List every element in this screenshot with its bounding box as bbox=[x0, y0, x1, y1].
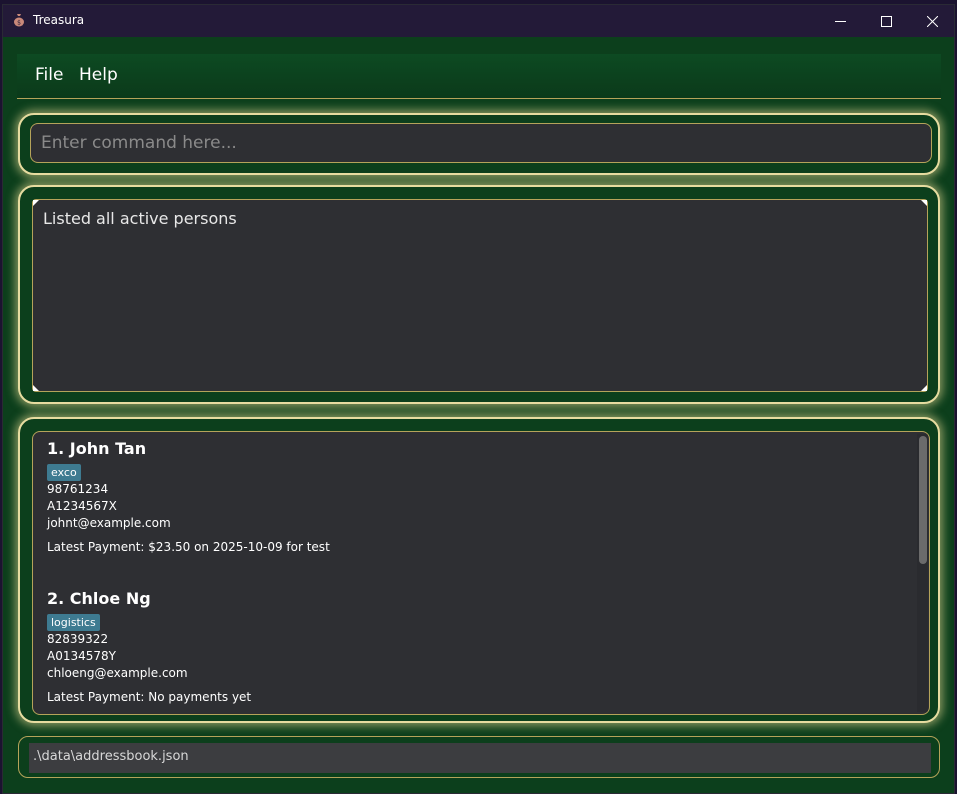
status-bar: .\data\addressbook.json bbox=[29, 743, 931, 773]
app-window: $ Treasura File Help Listed all active p… bbox=[2, 4, 955, 794]
list-scrollbar[interactable] bbox=[917, 434, 928, 712]
command-panel bbox=[18, 113, 940, 175]
corner-handle bbox=[33, 385, 39, 391]
minimize-button[interactable] bbox=[817, 5, 863, 37]
minimize-icon bbox=[834, 20, 846, 22]
corner-handle bbox=[921, 385, 927, 391]
person-name: 2. Chloe Ng bbox=[47, 589, 151, 608]
person-list-panel: 1. John Tan exco 98761234 A1234567X john… bbox=[18, 417, 940, 723]
close-button[interactable] bbox=[909, 5, 954, 37]
menu-help[interactable]: Help bbox=[79, 65, 118, 85]
result-display[interactable]: Listed all active persons bbox=[32, 199, 928, 392]
person-tag: logistics bbox=[47, 614, 100, 631]
person-id: A0134578Y bbox=[47, 649, 116, 663]
scroll-thumb[interactable] bbox=[919, 436, 927, 564]
person-id: A1234567X bbox=[47, 499, 117, 513]
title-bar[interactable]: $ Treasura bbox=[3, 5, 954, 37]
command-input[interactable] bbox=[30, 123, 932, 163]
person-phone: 98761234 bbox=[47, 482, 109, 496]
status-panel: .\data\addressbook.json bbox=[18, 736, 940, 778]
maximize-button[interactable] bbox=[863, 5, 909, 37]
money-bag-icon: $ bbox=[14, 14, 24, 27]
person-list[interactable]: 1. John Tan exco 98761234 A1234567X john… bbox=[32, 431, 930, 715]
person-name: 1. John Tan bbox=[47, 439, 147, 458]
person-payment: Latest Payment: $23.50 on 2025-10-09 for… bbox=[47, 540, 330, 554]
person-phone: 82839322 bbox=[47, 632, 109, 646]
result-message: Listed all active persons bbox=[43, 209, 237, 228]
result-panel: Listed all active persons bbox=[18, 185, 940, 404]
person-tag: exco bbox=[47, 464, 81, 481]
window-title: Treasura bbox=[33, 13, 85, 27]
menu-bar: File Help bbox=[17, 54, 941, 99]
person-payment: Latest Payment: No payments yet bbox=[47, 690, 252, 704]
close-icon bbox=[926, 15, 938, 27]
person-email: chloeng@example.com bbox=[47, 666, 188, 680]
corner-handle bbox=[921, 200, 927, 206]
maximize-icon bbox=[880, 15, 892, 27]
menu-file[interactable]: File bbox=[35, 65, 63, 85]
person-card[interactable]: 1. John Tan exco 98761234 A1234567X john… bbox=[47, 438, 907, 554]
save-file-path: .\data\addressbook.json bbox=[33, 749, 189, 764]
svg-text:$: $ bbox=[17, 20, 21, 27]
person-email: johnt@example.com bbox=[47, 516, 171, 530]
corner-handle bbox=[33, 200, 39, 206]
person-card[interactable]: 2. Chloe Ng logistics 82839322 A0134578Y… bbox=[47, 588, 907, 704]
